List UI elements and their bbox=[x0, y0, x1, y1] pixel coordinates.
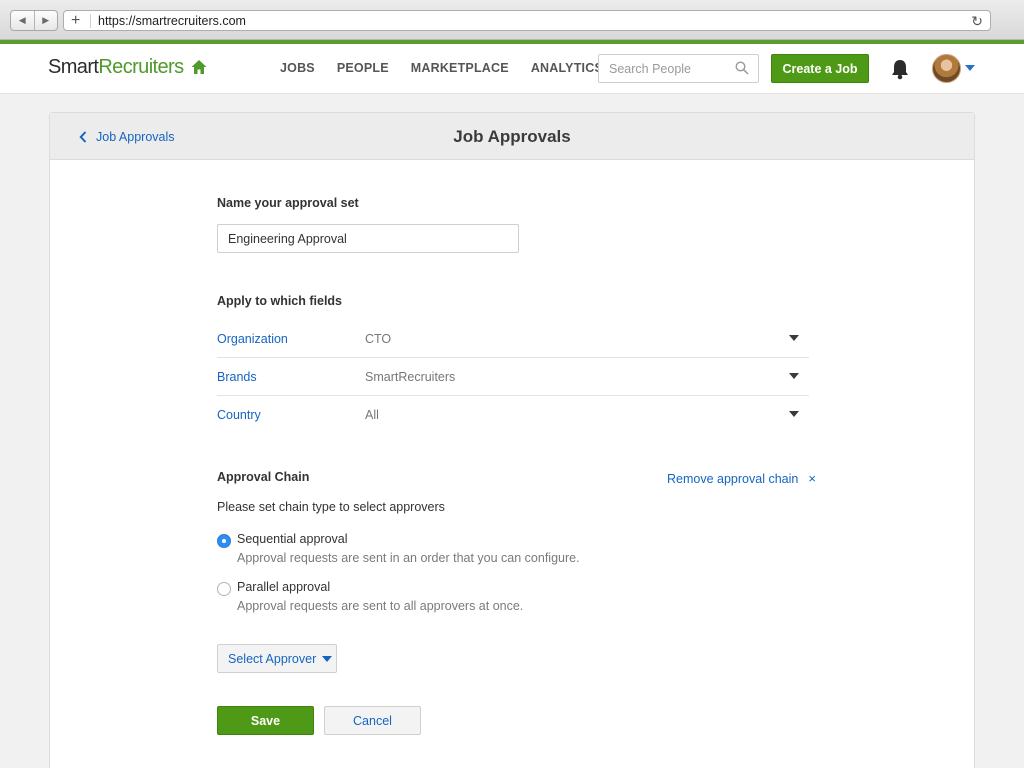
smartrecruiters-logo[interactable]: SmartRecruiters bbox=[48, 56, 184, 79]
new-tab-icon[interactable]: + bbox=[71, 12, 80, 30]
nav-people[interactable]: PEOPLE bbox=[337, 61, 389, 75]
apply-fields-label: Apply to which fields bbox=[217, 294, 343, 308]
nav-jobs[interactable]: JOBS bbox=[280, 61, 315, 75]
field-value-brands: SmartRecruiters bbox=[365, 370, 456, 384]
approval-chain-label: Approval Chain bbox=[217, 470, 310, 484]
logo-text-smart: Smart bbox=[48, 56, 99, 78]
card-header: Job Approvals Job Approvals bbox=[50, 113, 974, 160]
address-divider bbox=[90, 14, 91, 28]
search-icon[interactable] bbox=[735, 61, 749, 75]
browser-toolbar: ◀ ▶ + https://smartrecruiters.com ↻ bbox=[0, 0, 1024, 40]
chain-type-hint: Please set chain type to select approver… bbox=[217, 500, 445, 514]
forward-arrow-icon[interactable]: ▶ bbox=[35, 11, 58, 30]
parallel-approval-label[interactable]: Parallel approval bbox=[237, 580, 330, 594]
chevron-down-icon[interactable] bbox=[965, 65, 975, 71]
parallel-approval-description: Approval requests are sent to all approv… bbox=[237, 599, 524, 613]
field-name-brands: Brands bbox=[217, 370, 257, 384]
chevron-down-icon bbox=[322, 655, 333, 662]
field-row-brands[interactable]: Brands SmartRecruiters bbox=[217, 358, 809, 396]
select-approver-dropdown[interactable]: Select Approver bbox=[217, 644, 337, 673]
create-job-button[interactable]: Create a Job bbox=[771, 54, 869, 83]
sequential-approval-radio[interactable] bbox=[217, 534, 231, 548]
field-name-country: Country bbox=[217, 408, 261, 422]
dropdown-caret-icon[interactable] bbox=[789, 373, 799, 379]
browser-nav-buttons: ◀ ▶ bbox=[10, 10, 58, 31]
remove-approval-chain-label: Remove approval chain bbox=[667, 471, 799, 486]
home-icon[interactable] bbox=[190, 58, 208, 76]
user-avatar[interactable] bbox=[932, 54, 961, 83]
search-input[interactable] bbox=[599, 55, 724, 82]
address-bar[interactable]: + https://smartrecruiters.com ↻ bbox=[63, 10, 991, 31]
field-name-organization: Organization bbox=[217, 332, 288, 346]
sequential-approval-description: Approval requests are sent in an order t… bbox=[237, 551, 580, 565]
page-title: Job Approvals bbox=[453, 127, 571, 146]
reload-icon[interactable]: ↻ bbox=[971, 12, 983, 30]
close-icon[interactable]: × bbox=[808, 471, 816, 486]
field-row-country[interactable]: Country All bbox=[217, 396, 809, 434]
dropdown-caret-icon[interactable] bbox=[789, 411, 799, 417]
remove-approval-chain-link[interactable]: Remove approval chain × bbox=[667, 471, 816, 486]
app-header: SmartRecruiters JOBS PEOPLE MARKETPLACE … bbox=[0, 44, 1024, 94]
save-button[interactable]: Save bbox=[217, 706, 314, 735]
nav-marketplace[interactable]: MARKETPLACE bbox=[411, 61, 509, 75]
back-arrow-icon[interactable]: ◀ bbox=[11, 11, 35, 30]
notifications-bell-icon[interactable] bbox=[890, 58, 910, 80]
field-value-organization: CTO bbox=[365, 332, 392, 346]
dropdown-caret-icon[interactable] bbox=[789, 335, 799, 341]
logo-text-recruiters: Recruiters bbox=[98, 56, 184, 78]
parallel-approval-radio[interactable] bbox=[217, 582, 231, 596]
field-row-organization[interactable]: Organization CTO bbox=[217, 320, 809, 358]
field-value-country: All bbox=[365, 408, 379, 422]
nav-analytics[interactable]: ANALYTICS bbox=[531, 61, 603, 75]
select-approver-label: Select Approver bbox=[228, 651, 317, 666]
approval-set-name-input[interactable] bbox=[217, 224, 519, 253]
main-nav: JOBS PEOPLE MARKETPLACE ANALYTICS bbox=[280, 61, 625, 75]
url-text[interactable]: https://smartrecruiters.com bbox=[98, 14, 246, 28]
sequential-approval-label[interactable]: Sequential approval bbox=[237, 532, 348, 546]
search-box bbox=[598, 54, 759, 83]
approval-set-name-label: Name your approval set bbox=[217, 196, 359, 210]
cancel-button[interactable]: Cancel bbox=[324, 706, 421, 735]
job-approvals-card: Job Approvals Job Approvals Name your ap… bbox=[49, 112, 975, 768]
